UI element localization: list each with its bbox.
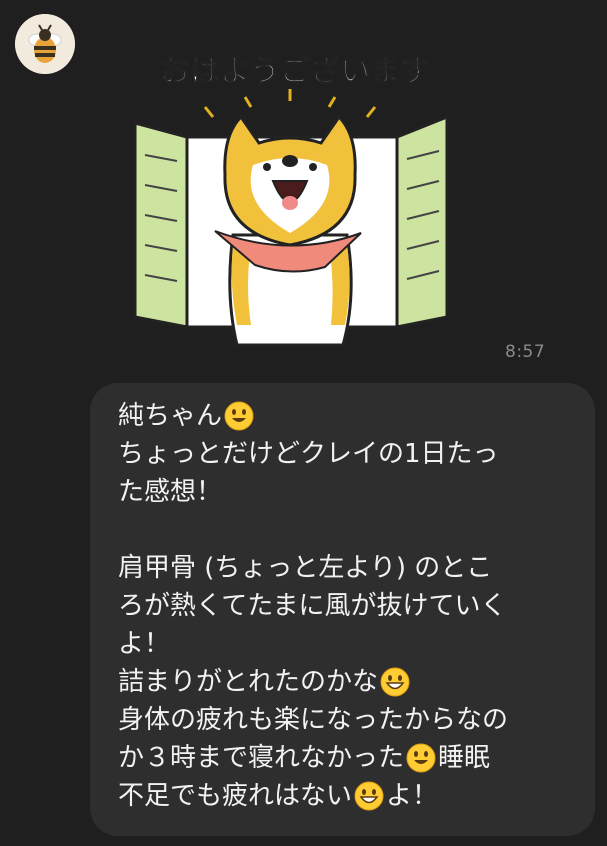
message-text-segment: 肩甲骨 (ちょっと左より) のとこ: [118, 553, 493, 583]
message-line: 肩甲骨 (ちょっと左より) のとこ: [118, 549, 575, 587]
sender-avatar[interactable]: [15, 14, 75, 74]
grin-emoji-icon: [380, 667, 410, 697]
message-text-segment: ちょっとだけどクレイの1日たっ: [118, 439, 499, 469]
message-line: ちょっとだけどクレイの1日たっ: [118, 435, 575, 473]
message-text-segment: ろが熱くてたまに風が抜けていく: [118, 591, 507, 621]
message-line: 純ちゃん: [118, 397, 575, 435]
message-bubble[interactable]: 純ちゃんちょっとだけどクレイの1日たっ た感想！ 肩甲骨 (ちょっと左より) のとこ…: [90, 383, 595, 836]
greeting-sticker[interactable]: おはようございます: [125, 55, 465, 355]
message-line: [118, 511, 575, 549]
smile-emoji-icon: [224, 401, 254, 431]
message-line: ろが熱くてたまに風が抜けていく: [118, 587, 575, 625]
grin-emoji-icon: [354, 781, 384, 811]
message-text-segment: 睡眠: [438, 743, 491, 773]
message-text: 純ちゃんちょっとだけどクレイの1日たっ た感想！ 肩甲骨 (ちょっと左より) のとこ…: [118, 397, 575, 815]
message-text-segment: よ！: [386, 781, 439, 811]
sticker-greeting-text: おはようございます: [160, 55, 430, 89]
smile-emoji-icon: [406, 743, 436, 773]
shiba-dog-sticker-icon: おはようございます: [133, 55, 449, 347]
message-line: よ！: [118, 625, 575, 663]
message-text-segment: よ！: [118, 629, 171, 659]
sticker-timestamp: 8:57: [505, 342, 546, 362]
message-text-segment: 詰まりがとれたのかな: [118, 667, 379, 697]
message-line: 詰まりがとれたのかな: [118, 663, 575, 701]
message-text-segment: か３時まで寝れなかった: [118, 743, 405, 773]
message-line: か３時まで寝れなかった 睡眠: [118, 739, 575, 777]
message-text-segment: た感想！: [118, 477, 223, 507]
chat-view: おはようございます 8:57 純ちゃんちょっとだけどクレイの1日たっ た感想！ 肩甲…: [0, 0, 607, 846]
message-text-segment: 不足でも疲れはない: [118, 781, 353, 811]
message-text-segment: 純ちゃん: [118, 401, 223, 431]
bee-icon: [15, 14, 75, 74]
message-line: 不足でも疲れはない よ！: [118, 777, 575, 815]
message-text-segment: 身体の疲れも楽になったからなの: [118, 705, 509, 735]
message-line: 身体の疲れも楽になったからなの: [118, 701, 575, 739]
message-line: た感想！: [118, 473, 575, 511]
